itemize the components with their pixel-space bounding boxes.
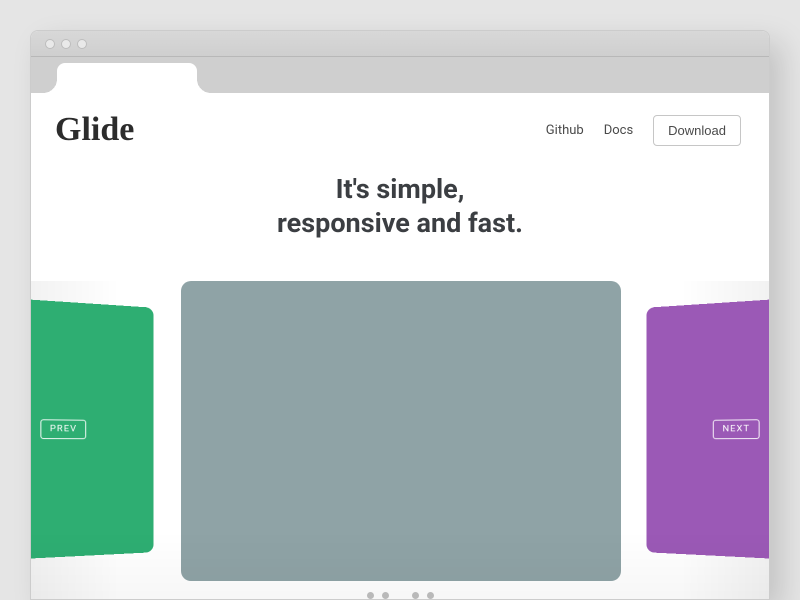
pager-dot[interactable] [382, 592, 389, 599]
download-button[interactable]: Download [653, 115, 741, 146]
carousel-slide-next[interactable]: NEXT [647, 299, 769, 559]
minimize-dot-icon[interactable] [61, 39, 71, 49]
window-controls [45, 39, 87, 49]
next-button[interactable]: NEXT [713, 419, 759, 439]
pager-dot[interactable] [412, 592, 419, 599]
carousel-slide-current[interactable] [181, 281, 621, 581]
window-titlebar [31, 31, 769, 57]
carousel: PREV NEXT [31, 281, 769, 600]
nav-link-github[interactable]: Github [546, 123, 584, 138]
site-header: Glide Github Docs Download [31, 93, 769, 149]
page-content: Glide Github Docs Download It's simple, … [31, 93, 769, 599]
pager-dot[interactable] [367, 592, 374, 599]
close-dot-icon[interactable] [45, 39, 55, 49]
hero-heading: It's simple, responsive and fast. [31, 173, 769, 241]
zoom-dot-icon[interactable] [77, 39, 87, 49]
carousel-slide-prev[interactable]: PREV [31, 299, 153, 559]
main-nav: Github Docs Download [546, 115, 741, 146]
browser-tab[interactable] [57, 63, 197, 93]
pager-dot-active[interactable] [397, 592, 404, 599]
carousel-pager [31, 592, 769, 599]
prev-button[interactable]: PREV [40, 419, 86, 439]
hero-line-2: responsive and fast. [31, 207, 769, 241]
nav-link-docs[interactable]: Docs [604, 123, 633, 138]
logo: Glide [55, 111, 134, 149]
browser-window: Glide Github Docs Download It's simple, … [30, 30, 770, 600]
pager-dot[interactable] [427, 592, 434, 599]
browser-tabbar [31, 57, 769, 93]
hero-line-1: It's simple, [31, 173, 769, 207]
